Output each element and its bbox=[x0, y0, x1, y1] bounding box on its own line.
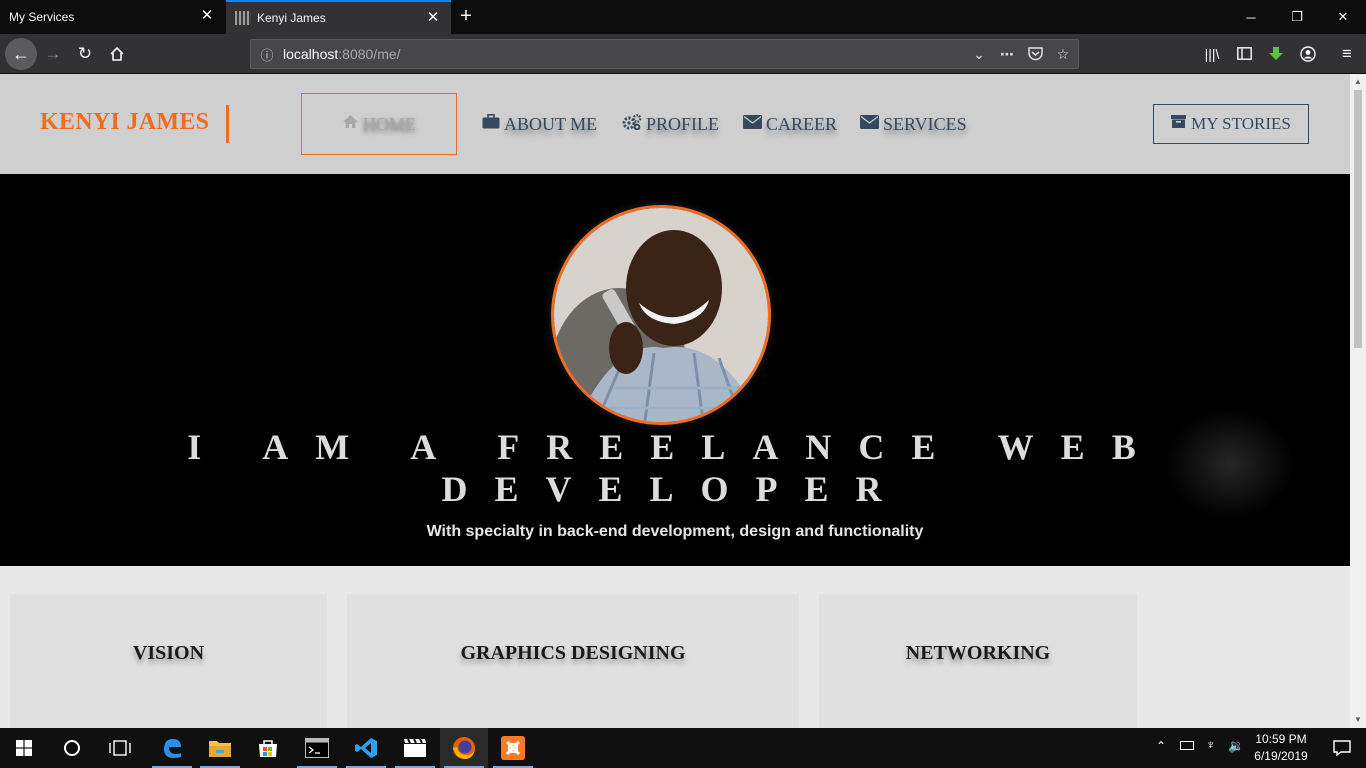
card-graphics-designing: GRAPHICS DESIGNING bbox=[347, 594, 799, 728]
vscode-icon[interactable] bbox=[342, 728, 390, 768]
tab-my-services[interactable]: My Services ✕ bbox=[0, 0, 225, 34]
file-explorer-icon[interactable] bbox=[196, 728, 244, 768]
video-editor-icon[interactable] bbox=[391, 728, 439, 768]
profile-photo bbox=[551, 205, 771, 425]
taskbar-clock[interactable]: 10:59 PM 6/19/2019 bbox=[1246, 731, 1316, 765]
hero-title: I AM A FREELANCE WEB DEVELOPER bbox=[187, 427, 1163, 509]
account-icon[interactable] bbox=[1294, 40, 1322, 68]
url-host: localhost bbox=[283, 46, 339, 62]
tab-title: My Services bbox=[9, 10, 75, 24]
system-tray: ⌃ ♆ 🔉 bbox=[1150, 728, 1250, 768]
my-stories-button[interactable]: MY STORIES bbox=[1153, 104, 1309, 144]
windows-taskbar: ⌃ ♆ 🔉 10:59 PM 6/19/2019 bbox=[0, 728, 1366, 768]
nav-services-label: SERVICES bbox=[883, 113, 967, 134]
reload-icon[interactable]: ↻ bbox=[71, 40, 99, 68]
scroll-up-icon[interactable]: ▲ bbox=[1350, 74, 1366, 90]
browser-tab-strip: My Services ✕ Kenyi James ✕ + ─ ❐ ✕ bbox=[0, 0, 1366, 34]
site-info-icon[interactable]: ⓘ bbox=[251, 45, 283, 64]
xampp-icon[interactable] bbox=[489, 728, 537, 768]
site-logo[interactable]: KENYI JAMES bbox=[40, 109, 209, 136]
briefcase-icon bbox=[482, 114, 500, 134]
search-cortana-icon[interactable] bbox=[48, 728, 96, 768]
browser-toolbar: ← → ↻ ⓘ localhost:8080/me/ ⌄ ⋯ ☆ |||\ ≡ bbox=[0, 34, 1366, 74]
archive-icon bbox=[1171, 115, 1187, 133]
tab-title: Kenyi James bbox=[257, 11, 326, 25]
scroll-thumb[interactable] bbox=[1354, 90, 1362, 348]
card-networking: NETWORKING bbox=[819, 594, 1137, 728]
clock-date: 6/19/2019 bbox=[1254, 749, 1308, 763]
card-title: GRAPHICS DESIGNING bbox=[460, 642, 686, 664]
hamburger-menu-icon[interactable]: ≡ bbox=[1333, 40, 1361, 68]
minimize-window-button[interactable]: ─ bbox=[1228, 0, 1274, 34]
start-windows-icon[interactable] bbox=[0, 728, 48, 768]
my-stories-label: MY STORIES bbox=[1191, 114, 1291, 133]
new-tab-button[interactable]: + bbox=[455, 6, 477, 28]
battery-icon[interactable] bbox=[1180, 741, 1194, 750]
chevron-down-icon[interactable]: ⌄ bbox=[967, 42, 991, 66]
forward-arrow-icon[interactable]: → bbox=[39, 40, 67, 68]
hero-background-texture bbox=[1160, 404, 1300, 524]
page-scrollbar[interactable]: ▲ ▼ bbox=[1350, 74, 1366, 728]
clock-time: 10:59 PM bbox=[1255, 732, 1307, 746]
nav-profile-label: PROFILE bbox=[646, 113, 720, 134]
tab-kenyi-james[interactable]: Kenyi James ✕ bbox=[226, 0, 451, 34]
envelope-icon bbox=[743, 114, 762, 134]
card-title: NETWORKING bbox=[905, 642, 1051, 664]
task-view-icon[interactable] bbox=[96, 728, 144, 768]
hero-subtitle: With specialty in back-end development, … bbox=[426, 523, 924, 540]
sidebar-icon[interactable] bbox=[1230, 40, 1258, 68]
close-tab-icon[interactable]: ✕ bbox=[199, 8, 215, 24]
site-header: KENYI JAMES HOME ABOUT ME PROFILE CAREER bbox=[0, 74, 1350, 174]
back-arrow-icon[interactable]: ← bbox=[5, 38, 37, 70]
edge-icon[interactable] bbox=[148, 728, 196, 768]
url-bar[interactable]: ⓘ localhost:8080/me/ ⌄ ⋯ ☆ bbox=[250, 39, 1079, 69]
nav-career-label: CAREER bbox=[766, 113, 838, 134]
close-tab-icon[interactable]: ✕ bbox=[425, 10, 441, 26]
url-path: :8080/me/ bbox=[338, 46, 401, 62]
pocket-icon[interactable] bbox=[1023, 42, 1047, 66]
scroll-down-icon[interactable]: ▼ bbox=[1350, 712, 1366, 728]
card-title: VISION bbox=[132, 642, 205, 664]
library-icon[interactable]: |||\ bbox=[1198, 40, 1226, 68]
restore-window-button[interactable]: ❐ bbox=[1274, 0, 1320, 34]
download-icon[interactable] bbox=[1262, 40, 1290, 68]
favicon-icon bbox=[235, 11, 251, 25]
notifications-icon[interactable] bbox=[1318, 728, 1366, 768]
home-icon[interactable] bbox=[103, 40, 131, 68]
nav-career[interactable]: CAREER bbox=[743, 112, 837, 136]
nav-profile[interactable]: PROFILE bbox=[622, 112, 719, 136]
card-vision: VISION bbox=[10, 594, 327, 728]
nav-about-me-label: ABOUT ME bbox=[504, 113, 598, 134]
gears-icon bbox=[622, 113, 642, 135]
terminal-icon[interactable] bbox=[293, 728, 341, 768]
nav-home-label: HOME bbox=[363, 113, 416, 134]
close-window-button[interactable]: ✕ bbox=[1320, 0, 1366, 34]
home-icon bbox=[342, 114, 359, 134]
volume-icon[interactable]: 🔉 bbox=[1228, 738, 1244, 754]
page-actions-icon[interactable]: ⋯ bbox=[995, 42, 1019, 66]
brand-divider bbox=[226, 105, 229, 143]
store-icon[interactable] bbox=[244, 728, 292, 768]
nav-home[interactable]: HOME bbox=[301, 93, 457, 155]
bookmark-star-icon[interactable]: ☆ bbox=[1051, 42, 1075, 66]
firefox-icon[interactable] bbox=[440, 728, 488, 768]
hero-banner: I AM A FREELANCE WEB DEVELOPER With spec… bbox=[0, 174, 1350, 566]
wifi-icon[interactable]: ♆ bbox=[1206, 737, 1216, 752]
nav-services[interactable]: SERVICES bbox=[860, 112, 967, 136]
envelope-icon bbox=[860, 114, 879, 134]
nav-about-me[interactable]: ABOUT ME bbox=[482, 112, 597, 136]
services-cards: VISION GRAPHICS DESIGNING NETWORKING bbox=[0, 566, 1350, 728]
page-viewport: KENYI JAMES HOME ABOUT ME PROFILE CAREER bbox=[0, 74, 1350, 728]
chevron-up-icon[interactable]: ⌃ bbox=[1156, 739, 1166, 753]
